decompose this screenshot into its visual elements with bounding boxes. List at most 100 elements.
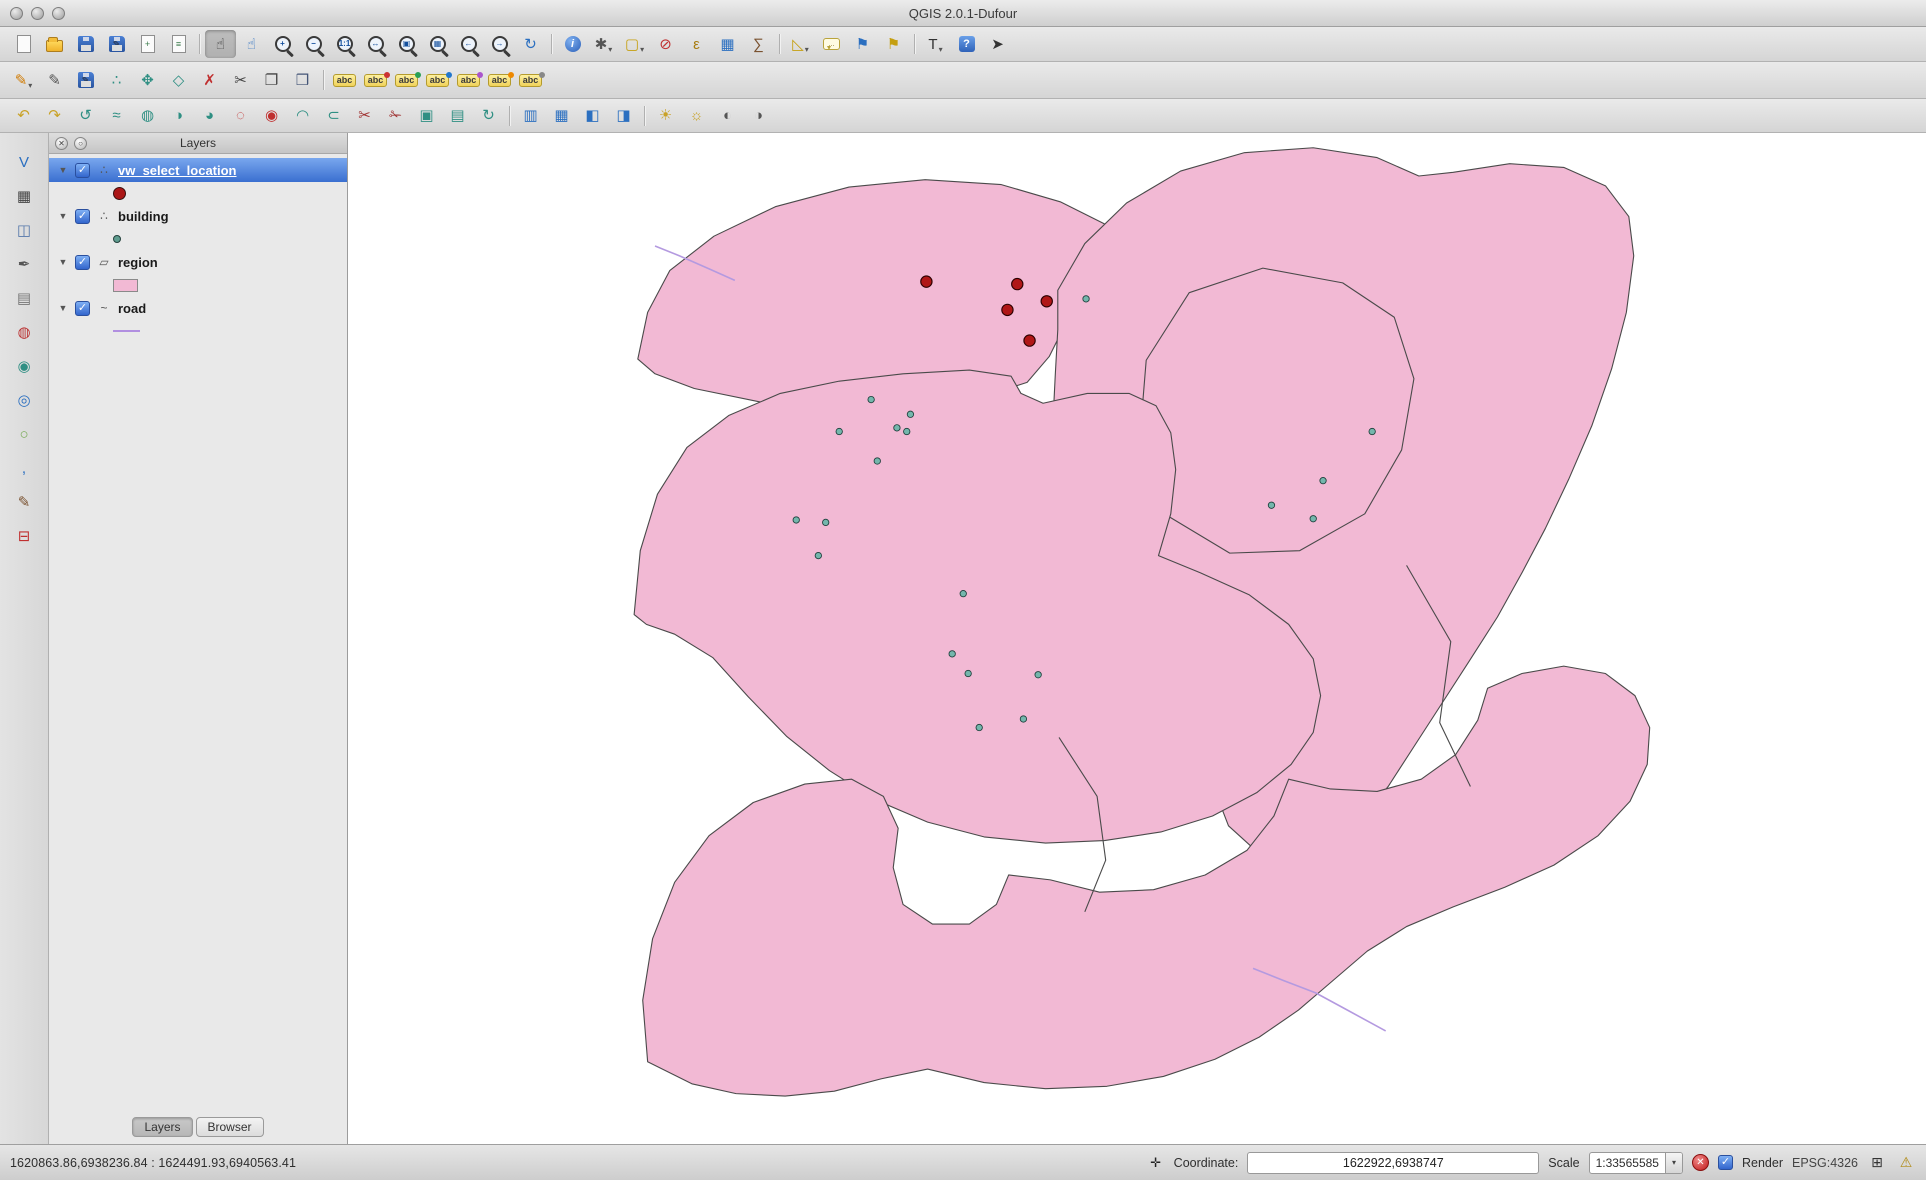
move-feature[interactable]: ✥ ▾	[132, 66, 163, 94]
text-annotation[interactable]: T ▾	[920, 30, 951, 58]
expand-arrow-icon[interactable]: ▼	[57, 165, 69, 175]
new-project[interactable]: ▾	[8, 30, 39, 58]
zoom-to-layer[interactable]: ▦ ▾	[422, 30, 453, 58]
label-pin[interactable]: abc ▾	[360, 66, 391, 94]
layer-visibility-checkbox[interactable]: ✓	[75, 255, 90, 270]
refresh-map[interactable]: ↻ ▾	[515, 30, 546, 58]
rotate-point-symbols[interactable]: ↻ ▾	[473, 102, 504, 130]
pan-to-selection[interactable]: ☝ ▾	[236, 30, 267, 58]
layer-visibility-checkbox[interactable]: ✓	[75, 163, 90, 178]
dropdown-arrow-icon[interactable]: ▾	[805, 45, 809, 54]
layer-visibility-checkbox[interactable]: ✓	[75, 301, 90, 316]
raster-full-stretch[interactable]: ▦ ▾	[546, 102, 577, 130]
zoom-native[interactable]: 1:1 ▾	[329, 30, 360, 58]
scale-combo[interactable]: 1:33565585 ▾	[1589, 1152, 1683, 1174]
minimize-button[interactable]	[31, 7, 44, 20]
dropdown-arrow-icon[interactable]: ▾	[939, 45, 943, 54]
increase-contrast[interactable]: ◐ ▾	[712, 102, 743, 130]
new-print-composer[interactable]: + ▾	[132, 30, 163, 58]
raster-local-stretch[interactable]: ▥ ▾	[515, 102, 546, 130]
add-wms-layer[interactable]: ◉ ▾	[8, 351, 40, 381]
add-wcs-layer[interactable]: ◎ ▾	[8, 385, 40, 415]
cut-features[interactable]: ✂ ▾	[225, 66, 256, 94]
remove-layer[interactable]: ⊟ ▾	[8, 521, 40, 551]
coordinate-input[interactable]	[1247, 1152, 1539, 1174]
raster-local-cumulative-stretch[interactable]: ◧ ▾	[577, 102, 608, 130]
decrease-contrast[interactable]: ◑ ▾	[743, 102, 774, 130]
save-project-as[interactable]: ✎ ▾	[101, 30, 132, 58]
label-rotate[interactable]: abc ▾	[453, 66, 484, 94]
add-part[interactable]: ◑ ▾	[163, 102, 194, 130]
add-ring[interactable]: ◍ ▾	[132, 102, 163, 130]
panel-tab[interactable]: Browser	[196, 1117, 264, 1137]
identify-features[interactable]: i ▾	[557, 30, 588, 58]
merge-features[interactable]: ▣ ▾	[411, 102, 442, 130]
split-features[interactable]: ✂ ▾	[349, 102, 380, 130]
select-features[interactable]: ▢ ▾	[619, 30, 650, 58]
label-move[interactable]: abc ▾	[422, 66, 453, 94]
dropdown-arrow-icon[interactable]: ▾	[640, 45, 644, 54]
stop-render-button[interactable]: ✕	[1692, 1154, 1709, 1171]
render-checkbox[interactable]: ✓	[1718, 1155, 1733, 1170]
current-edits[interactable]: ✎ ▾	[8, 66, 39, 94]
save-layer-edits[interactable]: ✎ ▾	[70, 66, 101, 94]
zoom-button[interactable]	[52, 7, 65, 20]
increase-brightness[interactable]: ☀ ▾	[650, 102, 681, 130]
field-calculator[interactable]: ∑ ▾	[743, 30, 774, 58]
pan-map[interactable]: ☝ ▾	[205, 30, 236, 58]
add-oracle-layer[interactable]: ◍ ▾	[8, 317, 40, 347]
help-contents[interactable]: ? ▾	[951, 30, 982, 58]
paste-features[interactable]: ❒ ▾	[287, 66, 318, 94]
close-button[interactable]	[10, 7, 23, 20]
add-wfs-layer[interactable]: ○ ▾	[8, 419, 40, 449]
new-bookmark[interactable]: ⚑ ▾	[847, 30, 878, 58]
panel-tab[interactable]: Layers	[132, 1117, 192, 1137]
dropdown-arrow-icon[interactable]: ▾	[28, 81, 32, 90]
redo[interactable]: ↷ ▾	[39, 102, 70, 130]
add-delimited-text-layer[interactable]: , ▾	[8, 453, 40, 483]
messages-icon[interactable]: ⚠	[1896, 1153, 1916, 1173]
toggle-editing[interactable]: ✎ ▾	[39, 66, 70, 94]
open-project[interactable]: ▾	[39, 30, 70, 58]
expand-arrow-icon[interactable]: ▼	[57, 257, 69, 267]
undo[interactable]: ↶ ▾	[8, 102, 39, 130]
label-change-properties[interactable]: abc ▾	[484, 66, 515, 94]
zoom-last[interactable]: ← ▾	[453, 30, 484, 58]
run-feature-action[interactable]: ✱ ▾	[588, 30, 619, 58]
crs-status-icon[interactable]: ⊞	[1867, 1153, 1887, 1173]
fill-ring[interactable]: ◕ ▾	[194, 102, 225, 130]
label-show-hide[interactable]: abc ▾	[391, 66, 422, 94]
zoom-full[interactable]: ↔ ▾	[360, 30, 391, 58]
map-canvas[interactable]	[348, 133, 1926, 1144]
expand-arrow-icon[interactable]: ▼	[57, 211, 69, 221]
zoom-to-selection[interactable]: ▣ ▾	[391, 30, 422, 58]
add-spatialite-layer[interactable]: ✒ ▾	[8, 249, 40, 279]
select-by-expression[interactable]: ε ▾	[681, 30, 712, 58]
map-tips[interactable]: ... ▾	[816, 30, 847, 58]
dropdown-arrow-icon[interactable]: ▾	[608, 45, 612, 54]
add-vector-layer[interactable]: V ▾	[8, 147, 40, 177]
layer-item[interactable]: ▼ ✓ ∴ building	[49, 204, 347, 228]
add-raster-layer[interactable]: ▦ ▾	[8, 181, 40, 211]
zoom-in[interactable]: + ▾	[267, 30, 298, 58]
composer-manager[interactable]: ≡ ▾	[163, 30, 194, 58]
delete-ring[interactable]: ◌ ▾	[225, 102, 256, 130]
merge-attributes[interactable]: ▤ ▾	[442, 102, 473, 130]
decrease-brightness[interactable]: ☼ ▾	[681, 102, 712, 130]
zoom-out[interactable]: − ▾	[298, 30, 329, 58]
label-diagram-options[interactable]: abc ▾	[515, 66, 546, 94]
add-postgis-layer[interactable]: ◫ ▾	[8, 215, 40, 245]
deselect-features[interactable]: ⊘ ▾	[650, 30, 681, 58]
reshape-features[interactable]: ◠ ▾	[287, 102, 318, 130]
layer-item[interactable]: ▼ ✓ ▱ region	[49, 250, 347, 274]
layer-visibility-checkbox[interactable]: ✓	[75, 209, 90, 224]
measure-line[interactable]: ◺ ▾	[785, 30, 816, 58]
rotate-feature[interactable]: ↺ ▾	[70, 102, 101, 130]
labeling-options[interactable]: abc ▾	[329, 66, 360, 94]
new-shapefile-layer[interactable]: ✎ ▾	[8, 487, 40, 517]
float-panel-button[interactable]: ○	[74, 137, 87, 150]
layer-item[interactable]: ▼ ✓ ~ road	[49, 296, 347, 320]
open-attribute-table[interactable]: ▦ ▾	[712, 30, 743, 58]
raster-full-cumulative-stretch[interactable]: ◨ ▾	[608, 102, 639, 130]
scale-dropdown-icon[interactable]: ▾	[1665, 1153, 1682, 1173]
